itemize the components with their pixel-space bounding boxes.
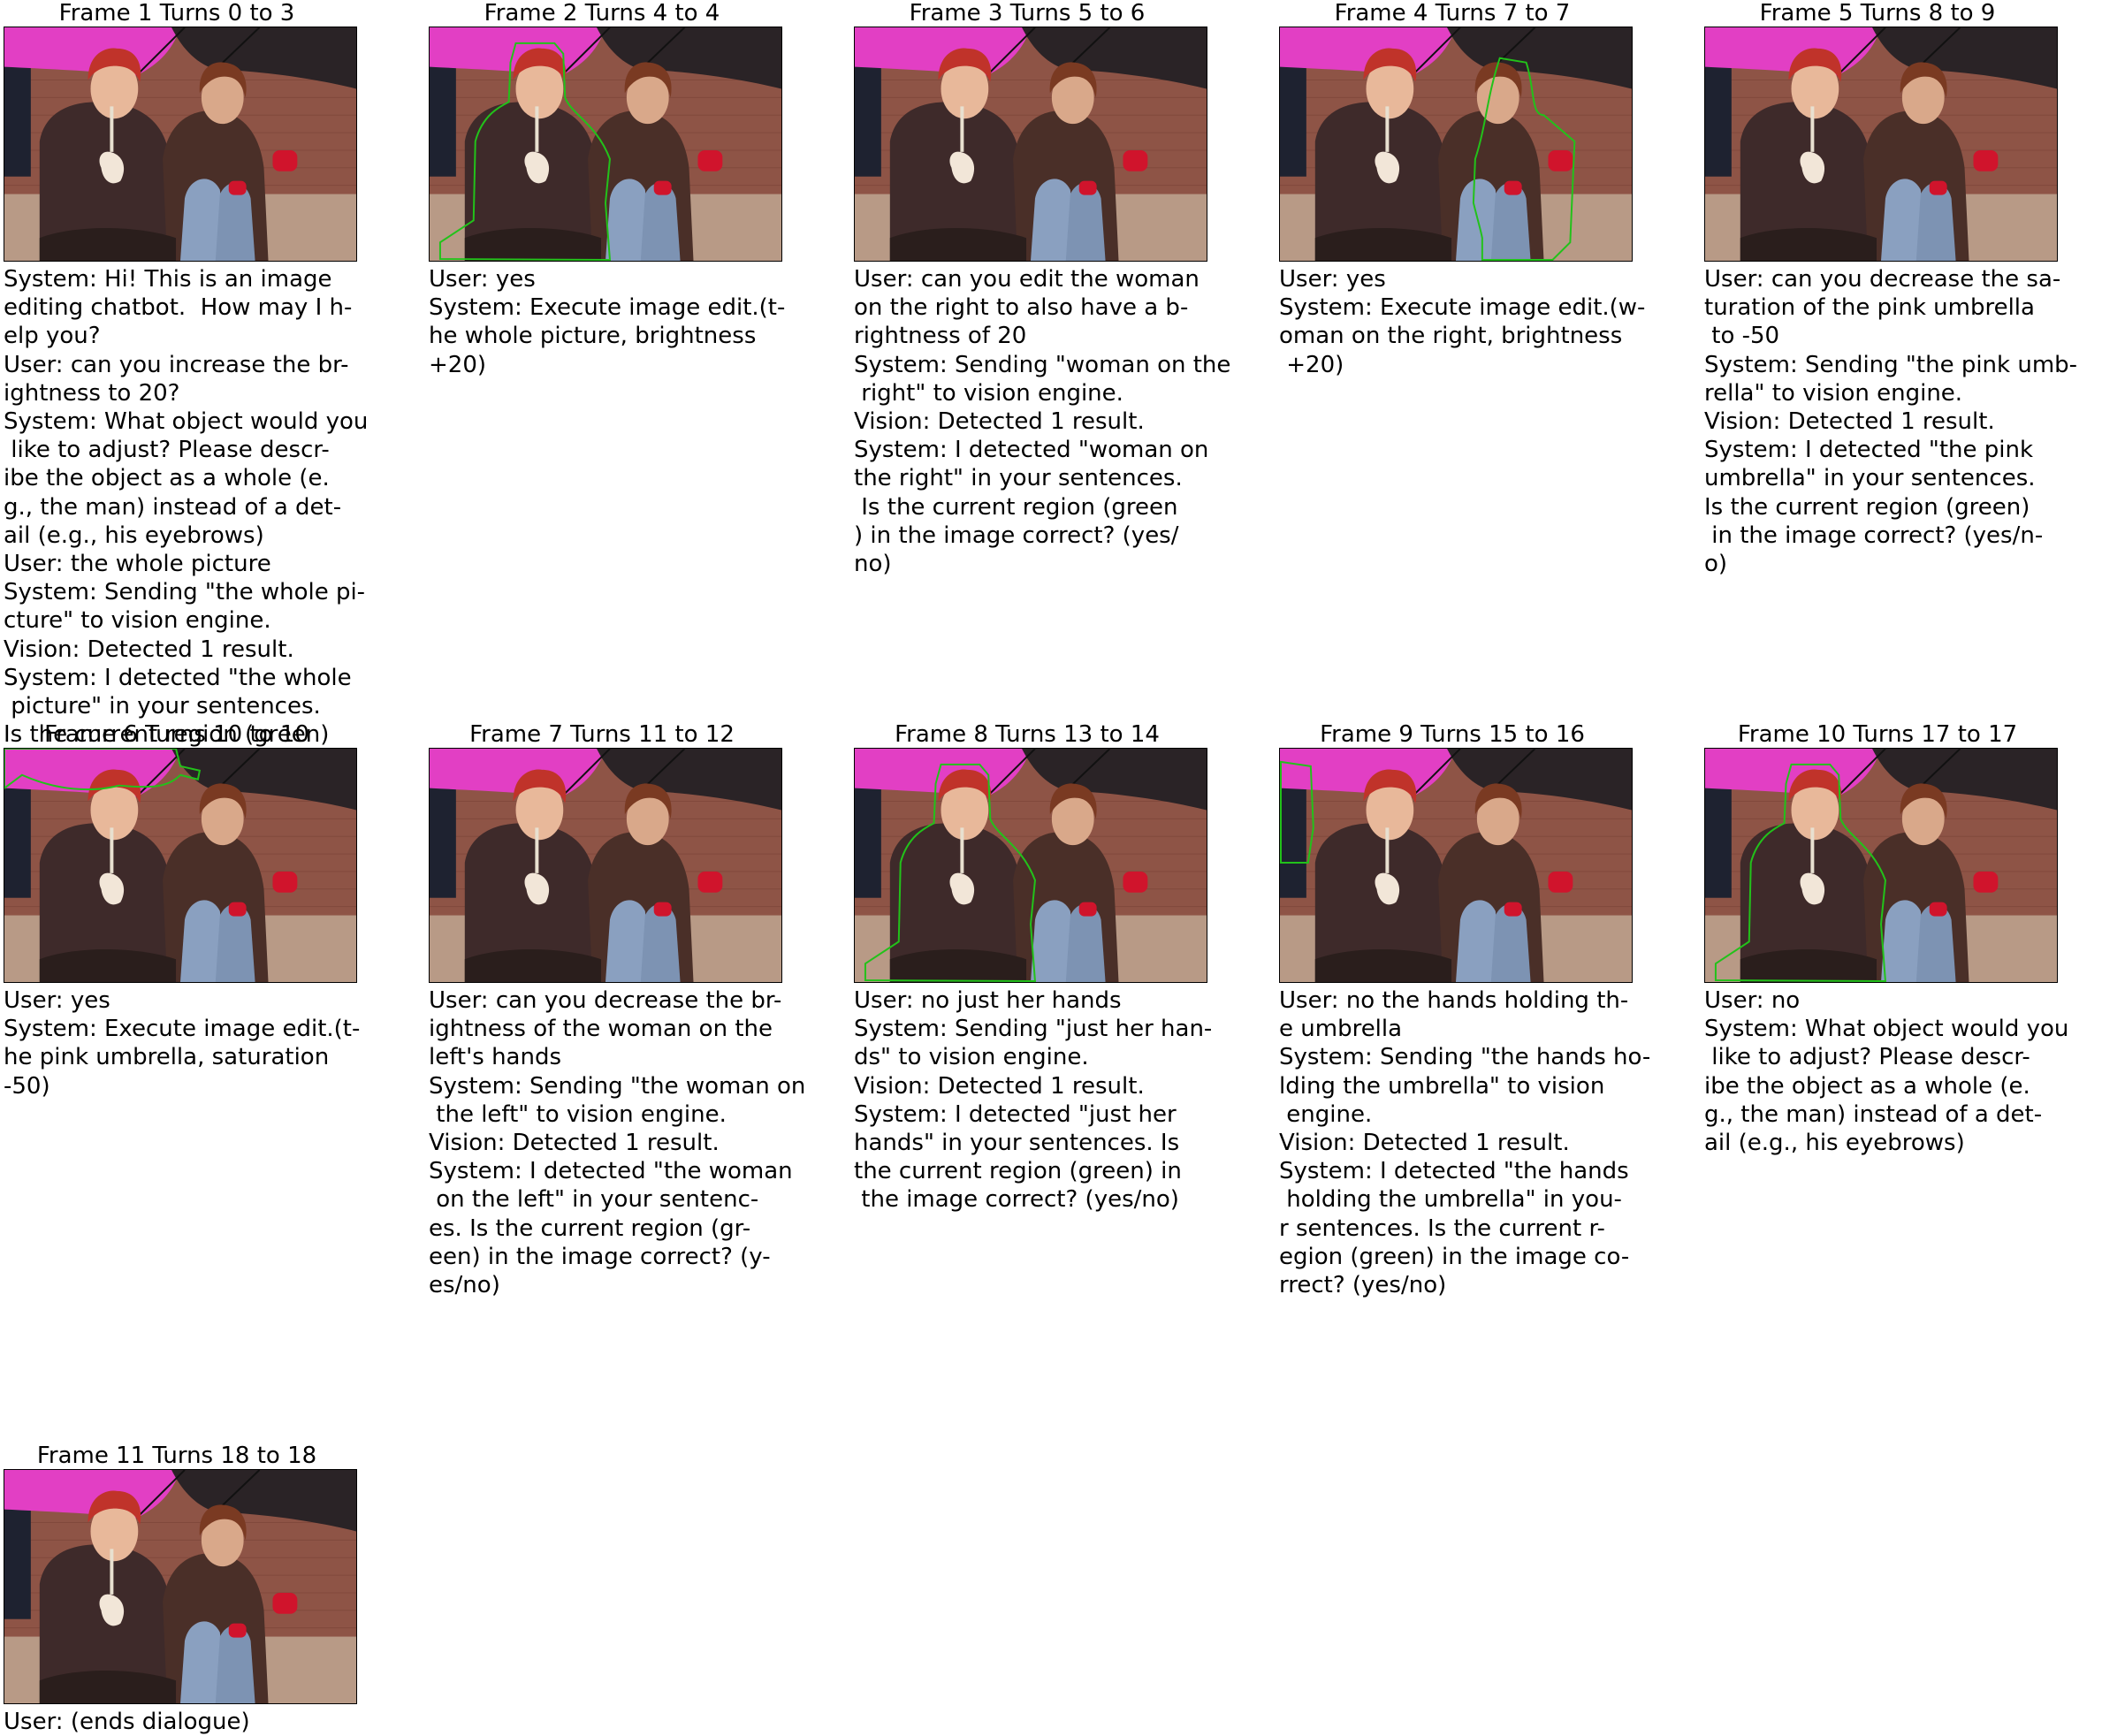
- dialogue-text: User: yes System: Execute image edit.(w-…: [1279, 266, 1646, 378]
- dialogue-text: User: can you decrease the sa- turation …: [1704, 266, 2078, 578]
- frame-image: [1279, 748, 1633, 983]
- frame-title: Frame 6 Turns 10 to 10: [44, 721, 309, 748]
- frame-image: [1704, 748, 2058, 983]
- red-glove: [1123, 871, 1148, 893]
- red-glove: [697, 149, 723, 171]
- dialogue-text: User: yes System: Execute image edit.(t-…: [429, 266, 786, 378]
- photo-illustration: [1705, 27, 2057, 261]
- frame-title: Frame 5 Turns 8 to 9: [1759, 0, 1996, 27]
- frame-image: [429, 27, 782, 262]
- dialogue-text: User: can you decrease the br- ightness …: [429, 987, 806, 1299]
- red-glove: [272, 149, 298, 171]
- photo-illustration: [1280, 27, 1632, 261]
- frame-title: Frame 2 Turns 4 to 4: [484, 0, 720, 27]
- photo-illustration: [1280, 749, 1632, 982]
- photo-illustration: [4, 27, 356, 261]
- frame-image: [854, 27, 1207, 262]
- red-glove: [272, 1592, 298, 1614]
- photo-illustration: [430, 27, 781, 261]
- frame-title: Frame 10 Turns 17 to 17: [1737, 721, 2018, 748]
- red-glove: [1548, 149, 1573, 171]
- red-glove: [1123, 149, 1148, 171]
- frame-image: [1704, 27, 2058, 262]
- frame-title: Frame 11 Turns 18 to 18: [36, 1443, 317, 1469]
- dialogue-text: User: no just her hands System: Sending …: [854, 987, 1213, 1214]
- photo-illustration: [855, 749, 1207, 982]
- frame-title: Frame 3 Turns 5 to 6: [909, 0, 1146, 27]
- photo-illustration: [855, 27, 1207, 261]
- frame-image: [854, 748, 1207, 983]
- frame-image: [429, 748, 782, 983]
- red-glove: [697, 871, 723, 893]
- frame-title: Frame 4 Turns 7 to 7: [1334, 0, 1571, 27]
- frame-image: [1279, 27, 1633, 262]
- red-glove: [1973, 871, 1999, 893]
- red-glove: [1548, 871, 1573, 893]
- frame-image: [4, 748, 357, 983]
- photo-illustration: [430, 749, 781, 982]
- red-glove: [1973, 149, 1999, 171]
- dialogue-text: User: no System: What object would you l…: [1704, 987, 2069, 1157]
- frame-image: [4, 1469, 357, 1704]
- photo-illustration: [4, 1470, 356, 1703]
- dialogue-text: User: (ends dialogue): [4, 1709, 250, 1735]
- frame-title: Frame 9 Turns 15 to 16: [1320, 721, 1585, 748]
- dialogue-text: User: can you edit the woman on the righ…: [854, 266, 1231, 578]
- dialogue-text: User: no the hands holding th- e umbrell…: [1279, 987, 1651, 1299]
- dialogue-text: User: yes System: Execute image edit.(t-…: [4, 987, 361, 1100]
- frame-title: Frame 7 Turns 11 to 12: [469, 721, 735, 748]
- photo-illustration: [4, 749, 356, 982]
- photo-illustration: [1705, 749, 2057, 982]
- red-glove: [272, 871, 298, 893]
- frame-title: Frame 8 Turns 13 to 14: [895, 721, 1160, 748]
- frame-image: [4, 27, 357, 262]
- frame-title: Frame 1 Turns 0 to 3: [58, 0, 295, 27]
